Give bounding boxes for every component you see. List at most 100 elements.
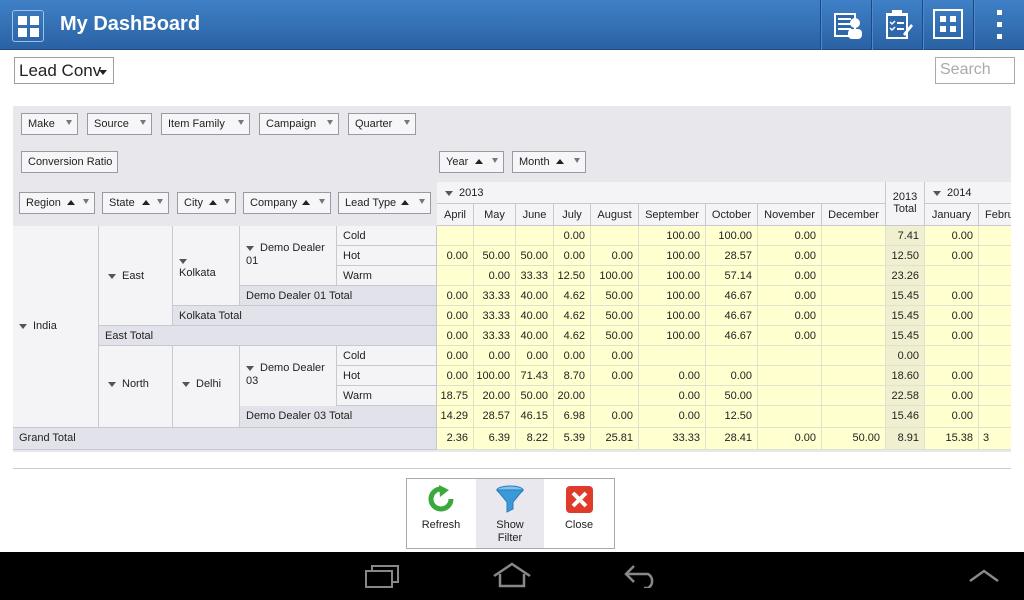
collapse-triangle-icon[interactable] [108, 381, 116, 387]
pivot-data-cell [474, 226, 516, 246]
pivot-data-cell: 40.00 [516, 306, 554, 326]
close-button[interactable]: Close [545, 479, 613, 548]
collapse-triangle-icon[interactable] [246, 245, 254, 251]
show-filter-button[interactable]: Show Filter [476, 479, 544, 548]
pivot-data-cell: 50.00 [822, 428, 886, 450]
sort-ascending-icon[interactable] [475, 159, 483, 164]
clipboard-icon[interactable] [873, 0, 921, 50]
row-header-cold: Cold [337, 346, 437, 366]
overflow-menu-icon[interactable] [975, 0, 1023, 50]
pivot-data-cell: 0.00 [639, 366, 706, 386]
pivot-data-cell: 0.00 [925, 286, 979, 306]
row-header-east[interactable]: East [99, 226, 173, 326]
pivot-data-cell: 50.00 [474, 246, 516, 266]
filter-funnel-icon [495, 485, 525, 513]
column-header-year-2013[interactable]: 2013 [437, 182, 886, 204]
row-header-demo-dealer-03[interactable]: Demo Dealer 03 [240, 346, 337, 408]
pivot-data-cell [822, 306, 886, 326]
sort-ascending-icon[interactable] [209, 200, 217, 205]
pivot-data-cell: 100.00 [591, 266, 639, 286]
filter-icon[interactable] [319, 199, 325, 204]
row-header-delhi[interactable]: Delhi [173, 346, 240, 428]
row-header-india[interactable]: India [13, 226, 99, 428]
collapse-triangle-icon[interactable] [108, 273, 116, 279]
row-header-demo-dealer-01[interactable]: Demo Dealer 01 [240, 226, 337, 286]
collapse-triangle-icon[interactable] [182, 381, 190, 387]
pivot-data-cell: 5.39 [554, 428, 591, 450]
pivot-data-cell [822, 286, 886, 306]
pivot-data-cell [979, 386, 1011, 406]
row-header-warm: Warm [337, 386, 437, 406]
sort-ascending-icon[interactable] [142, 200, 150, 205]
pivot-data-cell: 0.00 [925, 366, 979, 386]
pivot-data-cell: 100.00 [639, 286, 706, 306]
data-field-conversion-ratio[interactable]: Conversion Ratio [21, 151, 118, 173]
pivot-data-cell: 0.00 [639, 386, 706, 406]
sort-ascending-icon[interactable] [556, 159, 564, 164]
pivot-data-cell: 22.58 [886, 386, 925, 406]
sort-ascending-icon[interactable] [67, 200, 75, 205]
row-header-kolkata-total: Kolkata Total [173, 306, 437, 326]
filter-icon[interactable] [404, 120, 410, 125]
action-toolbar: Refresh Show Filter Close [406, 478, 615, 549]
pivot-data-cell [822, 386, 886, 406]
column-header-month: August [591, 204, 639, 226]
pivot-data-cell: 15.45 [886, 306, 925, 326]
collapse-triangle-icon[interactable] [246, 365, 254, 371]
refresh-button[interactable]: Refresh [407, 479, 475, 548]
row-header-east-total: East Total [99, 326, 437, 346]
pivot-data-cell: 100.00 [639, 326, 706, 346]
row-field-state[interactable]: State [102, 192, 169, 214]
apps-grid-icon[interactable] [12, 10, 44, 42]
back-icon[interactable] [622, 564, 662, 588]
collapse-triangle-icon[interactable] [933, 190, 941, 196]
row-field-lead-type[interactable]: Lead Type [338, 192, 431, 214]
filter-icon[interactable] [574, 158, 580, 163]
pivot-data-cell: 20.00 [554, 386, 591, 406]
dashboard-grid-icon[interactable] [924, 0, 972, 50]
home-icon[interactable] [492, 562, 532, 588]
collapse-triangle-icon[interactable] [445, 190, 453, 196]
filter-icon[interactable] [238, 120, 244, 125]
filter-field-campaign[interactable]: Campaign [259, 113, 339, 135]
filter-field-item-family[interactable]: Item Family [161, 113, 250, 135]
row-header-north[interactable]: North [99, 346, 173, 428]
pivot-data-cell: 0.00 [516, 346, 554, 366]
filter-field-make[interactable]: Make [21, 113, 78, 135]
collapse-triangle-icon[interactable] [19, 323, 27, 329]
pivot-data-cell [925, 346, 979, 366]
filter-icon[interactable] [492, 158, 498, 163]
collapse-triangle-icon[interactable] [179, 258, 187, 264]
recent-apps-icon[interactable] [364, 564, 402, 590]
report-select[interactable]: Lead Conv [14, 57, 114, 84]
search-input[interactable]: Search [935, 57, 1015, 84]
pivot-data-cell: 33.33 [639, 428, 706, 450]
filter-field-source[interactable]: Source [87, 113, 152, 135]
row-field-company[interactable]: Company [243, 192, 331, 214]
row-field-region[interactable]: Region [19, 192, 95, 214]
sort-ascending-icon[interactable] [302, 200, 310, 205]
filter-icon[interactable] [419, 199, 425, 204]
filter-icon[interactable] [83, 199, 89, 204]
pivot-data-cell [979, 326, 1011, 346]
filter-icon[interactable] [157, 199, 163, 204]
pivot-data-cell [822, 246, 886, 266]
row-header-kolkata[interactable]: Kolkata [173, 226, 240, 306]
column-header-month: September [639, 204, 706, 226]
filter-icon[interactable] [140, 120, 146, 125]
filter-field-quarter[interactable]: Quarter [348, 113, 416, 135]
filter-icon[interactable] [66, 120, 72, 125]
pivot-data-cell: 0.00 [437, 366, 474, 386]
filter-icon[interactable] [224, 199, 230, 204]
filter-icon[interactable] [327, 120, 333, 125]
report-icon[interactable] [822, 0, 870, 50]
pivot-data-cell [437, 226, 474, 246]
row-field-city[interactable]: City [177, 192, 236, 214]
column-field-month[interactable]: Month [512, 151, 586, 173]
column-header-year-2014[interactable]: 2014 [925, 182, 1011, 204]
sort-ascending-icon[interactable] [401, 200, 409, 205]
chevron-up-icon[interactable] [968, 568, 1000, 584]
column-field-year[interactable]: Year [439, 151, 504, 173]
pivot-data-cell: 18.75 [437, 386, 474, 406]
pivot-data-cell [758, 406, 822, 428]
